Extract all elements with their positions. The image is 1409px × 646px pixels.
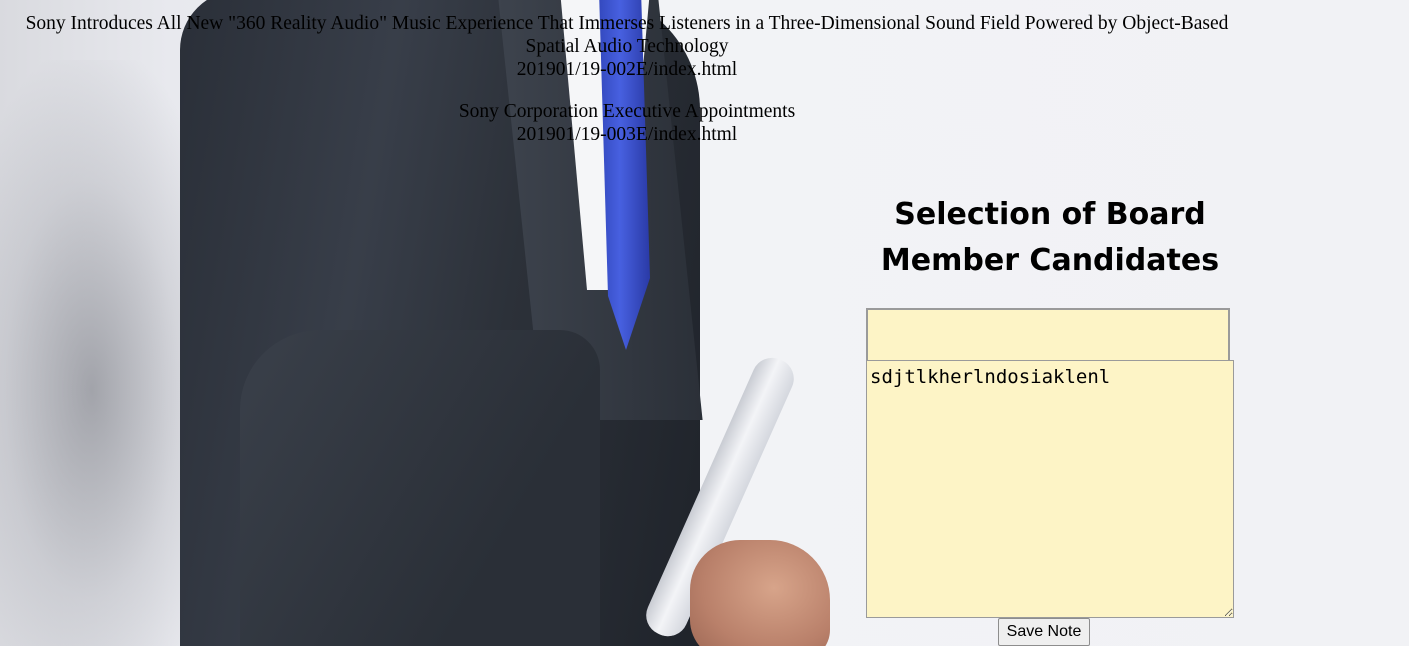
news-title: Sony Corporation Executive Appointments [458,101,796,122]
news-item: Sony Corporation Executive Appointments … [22,100,1232,146]
note-panel: Selection of Board Member Candidates sdj… [866,192,1234,646]
news-item: Sony Introduces All New "360 Reality Aud… [22,12,1232,81]
save-note-button[interactable]: Save Note [997,618,1091,646]
news-list: Sony Introduces All New "360 Reality Aud… [22,12,1232,165]
note-body-textarea[interactable]: sdjtlkherlndosiaklenl [866,360,1234,618]
hand [690,540,830,646]
news-title: Sony Introduces All New "360 Reality Aud… [25,13,1229,57]
news-path: 201901/19-003E/index.html [516,124,738,145]
note-title-input[interactable] [866,308,1230,360]
panel-heading: Selection of Board Member Candidates [880,197,1220,278]
suit-sleeve [240,330,600,646]
news-path: 201901/19-002E/index.html [516,59,738,80]
